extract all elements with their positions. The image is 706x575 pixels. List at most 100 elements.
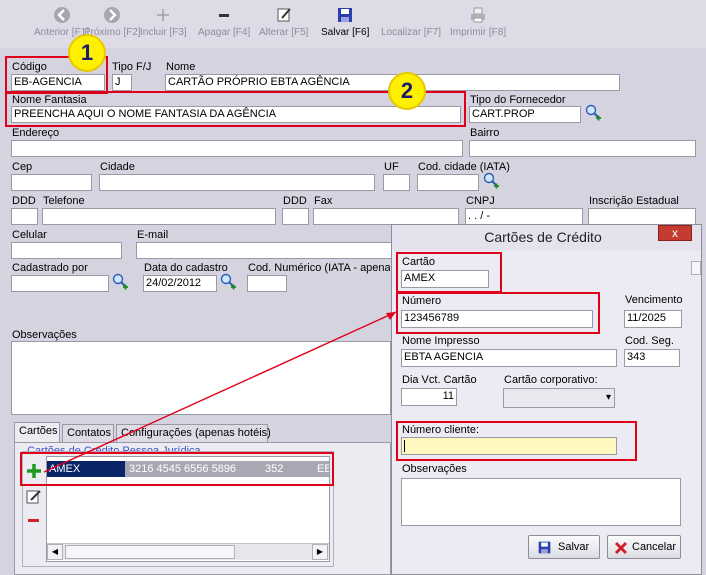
ddd-fax-input[interactable] — [282, 208, 309, 225]
card-rest-cell: EB — [317, 463, 329, 475]
data-cadastro-input[interactable]: 24/02/2012 — [143, 275, 217, 292]
salvar-button[interactable]: Salvar [F6] — [321, 6, 369, 46]
text-cursor — [404, 440, 405, 452]
data-cadastro-label: Data do cadastro — [144, 262, 228, 274]
numero-cliente-input[interactable] — [401, 437, 617, 455]
tab-configuracoes[interactable]: Configurações (apenas hotéis) — [116, 424, 271, 442]
celular-input[interactable] — [11, 242, 122, 259]
cep-label: Cep — [12, 161, 33, 173]
search-icon[interactable] — [220, 273, 236, 291]
vencimento-input[interactable]: 11/2025 — [624, 310, 682, 328]
plus-icon — [157, 9, 170, 21]
cod-cidade-input[interactable] — [417, 174, 479, 191]
nome-fantasia-input[interactable]: PREENCHA AQUI O NOME FANTASIA DA AGÊNCIA — [11, 106, 461, 123]
nome-label: Nome — [166, 61, 196, 73]
remove-icon[interactable] — [25, 514, 43, 528]
nome-fantasia-label: Nome Fantasia — [12, 94, 87, 106]
ddd-label: DDD — [12, 195, 36, 207]
marker-2: 2 — [388, 72, 426, 110]
search-icon[interactable] — [483, 172, 499, 190]
alterar-button[interactable]: Alterar [F5] — [259, 6, 308, 46]
scroll-right-icon[interactable]: ▶ — [312, 544, 328, 560]
fax-label: Fax — [314, 195, 333, 207]
bairro-input[interactable] — [469, 140, 696, 157]
fax-input[interactable] — [313, 208, 459, 225]
cadastrado-por-label: Cadastrado por — [12, 262, 88, 274]
tipo-fornecedor-input[interactable]: CART.PROP — [469, 106, 581, 123]
search-icon[interactable] — [112, 273, 128, 291]
localizar-button[interactable]: Localizar [F7] — [381, 6, 441, 46]
cartoes-dialog: Cartões de Crédito x Cartão AMEX Número … — [391, 224, 702, 575]
inscricao-input[interactable] — [588, 208, 696, 225]
cartao-corporativo-label: Cartão corporativo: — [504, 374, 598, 386]
nome-impresso-label: Nome Impresso — [402, 335, 480, 347]
horizontal-scrollbar[interactable]: ◀ ▶ — [47, 543, 329, 560]
cep-input[interactable] — [11, 174, 92, 191]
nome-impresso-input[interactable]: EBTA AGENCIA — [401, 349, 617, 367]
printer-icon — [471, 7, 486, 23]
incluir-button[interactable]: Incluir [F3] — [140, 6, 187, 46]
endereco-input[interactable] — [11, 140, 463, 157]
dia-vct-input[interactable]: 11 — [401, 388, 457, 406]
cod-numerico-input[interactable] — [247, 275, 287, 292]
tipo-fj-input[interactable]: J — [112, 74, 132, 91]
dia-vct-label: Dia Vct. Cartão — [402, 374, 477, 386]
tab-bar: Cartões Contatos Configurações (apenas h… — [14, 422, 391, 444]
cancelar-button[interactable]: Cancelar — [607, 535, 681, 559]
scroll-left-icon[interactable]: ◀ — [47, 544, 63, 560]
table-row[interactable]: AMEX 3216 4545 6556 5896 352 EB — [47, 461, 329, 477]
tab-contatos[interactable]: Contatos — [62, 424, 114, 442]
telefone-label: Telefone — [43, 195, 85, 207]
codigo-input[interactable]: EB-AGENCIA — [11, 74, 105, 91]
ddd-fax-label: DDD — [283, 195, 307, 207]
toolbar: Anterior [F1] Próximo [F2] Incluir [F3] … — [0, 0, 706, 48]
tab-cartoes[interactable]: Cartões — [14, 422, 60, 442]
cartao-input[interactable]: AMEX — [401, 270, 489, 288]
floppy-disk-icon — [538, 541, 551, 554]
inscricao-label: Inscrição Estadual — [589, 195, 679, 207]
ddd-input[interactable] — [11, 208, 38, 225]
add-icon[interactable] — [25, 462, 43, 480]
observacoes-label: Observações — [12, 329, 77, 341]
numero-cliente-label: Número cliente: — [402, 424, 480, 436]
card-number-cell: 3216 4545 6556 5896 — [129, 463, 237, 475]
uf-label: UF — [384, 161, 399, 173]
search-icon[interactable] — [585, 104, 601, 122]
cod-numerico-label: Cod. Numérico (IATA - apenas — [248, 262, 390, 274]
cnpj-input[interactable]: . . / - — [465, 208, 583, 225]
cod-seg-label: Cod. Seg. — [625, 335, 674, 347]
cidade-label: Cidade — [100, 161, 135, 173]
cadastrado-por-input[interactable] — [11, 275, 109, 292]
cartao-corporativo-select[interactable]: ▾ — [503, 388, 615, 408]
telefone-input[interactable] — [42, 208, 276, 225]
cartao-label: Cartão — [402, 256, 436, 268]
salvar-dialog-button[interactable]: Salvar — [528, 535, 600, 559]
bairro-label: Bairro — [470, 127, 500, 139]
cidade-input[interactable] — [99, 174, 375, 191]
floppy-disk-icon — [338, 8, 353, 22]
card-brand-cell: AMEX — [47, 461, 125, 477]
numero-label: Número — [402, 295, 442, 307]
side-button-edge[interactable] — [691, 261, 701, 275]
search-icon — [402, 6, 420, 24]
chevron-down-icon: ▾ — [605, 392, 611, 403]
imprimir-button[interactable]: Imprimir [F8] — [450, 6, 506, 46]
minus-icon — [219, 14, 230, 17]
close-icon[interactable]: x — [658, 225, 692, 241]
celular-label: Celular — [12, 229, 47, 241]
edit-icon — [277, 8, 291, 22]
cancel-x-icon — [614, 541, 628, 555]
arrow-right-icon — [104, 7, 121, 23]
email-input[interactable] — [136, 242, 392, 259]
apagar-button[interactable]: Apagar [F4] — [198, 6, 250, 46]
scroll-thumb[interactable] — [65, 545, 235, 559]
obs-textarea[interactable] — [401, 478, 681, 526]
tipo-fornecedor-label: Tipo do Fornecedor — [470, 94, 566, 106]
edit-icon[interactable] — [25, 488, 43, 506]
numero-input[interactable]: 123456789 — [401, 310, 593, 328]
cod-seg-input[interactable]: 343 — [624, 349, 680, 367]
card-code-cell: 352 — [265, 463, 284, 475]
uf-input[interactable] — [383, 174, 410, 191]
cnpj-label: CNPJ — [466, 195, 495, 207]
observacoes-textarea[interactable] — [11, 341, 391, 415]
